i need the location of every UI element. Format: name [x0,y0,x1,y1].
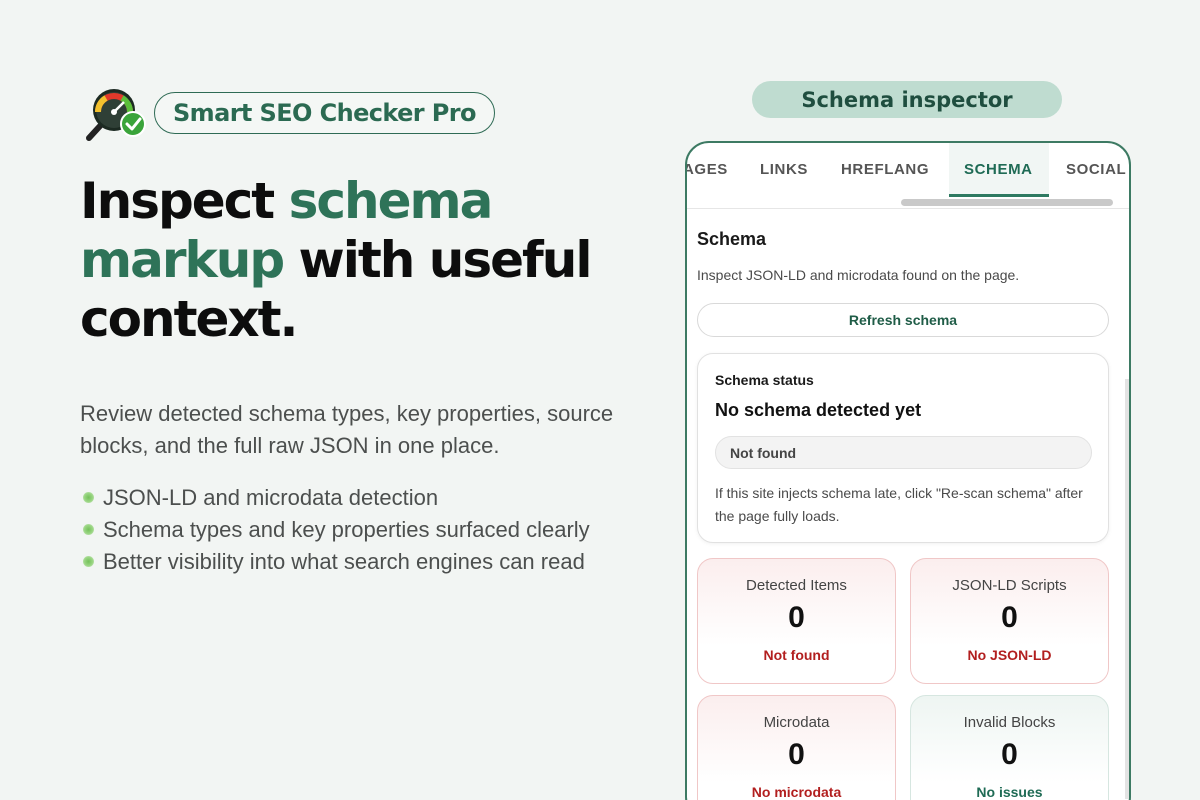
schema-status-card: Schema status No schema detected yet Not… [697,353,1109,543]
stat-card-jsonld-scripts: JSON-LD Scripts 0 No JSON-LD [910,558,1109,684]
stat-note: Not found [763,647,830,663]
tab-links[interactable]: LINKS [760,161,808,178]
stat-card-invalid-blocks: Invalid Blocks 0 No issues [910,695,1109,800]
stat-value: 0 [1001,601,1018,634]
headline: Inspect schema markup with useful contex… [80,172,640,349]
brand: Smart SEO Checker Pro [84,84,495,142]
section-title: Schema [697,229,767,249]
stat-card-microdata: Microdata 0 No microdata [697,695,896,800]
feature-list: JSON-LD and microdata detection Schema t… [80,482,600,578]
feature-item: JSON-LD and microdata detection [80,482,600,514]
tab-schema[interactable]: SCHEMA [964,161,1033,178]
headline-part1: Inspect [80,172,289,230]
stat-label: Detected Items [746,577,847,594]
tab-pages[interactable]: AGES [687,161,728,178]
bullet-dot-icon [83,492,94,503]
stat-label: Microdata [763,714,830,731]
stat-note: No JSON-LD [967,647,1052,663]
vertical-scrollbar[interactable] [1125,379,1129,799]
tab-bar: AGES LINKS HREFLANG SCHEMA SOCIAL [687,143,1129,209]
tab-scrollbar[interactable] [901,199,1113,206]
bullet-dot-icon [83,556,94,567]
status-badge: Not found [715,436,1092,469]
magnifier-gauge-check-icon [84,84,150,142]
status-heading: No schema detected yet [715,400,922,420]
brand-name: Smart SEO Checker Pro [154,92,495,134]
feature-item: Better visibility into what search engin… [80,546,600,578]
phone-mockup: AGES LINKS HREFLANG SCHEMA SOCIAL Schema… [685,141,1131,800]
section-subtitle: Inspect JSON-LD and microdata found on t… [697,267,1020,283]
stat-note: No issues [976,784,1043,800]
tab-hreflang[interactable]: HREFLANG [841,161,929,178]
caption-pill: Schema inspector [752,81,1062,118]
stat-label: Invalid Blocks [963,714,1056,731]
feature-item-text: JSON-LD and microdata detection [103,485,439,510]
bullet-dot-icon [83,524,94,535]
stat-label: JSON-LD Scripts [952,577,1067,594]
active-tab-indicator [949,194,1049,197]
tab-social[interactable]: SOCIAL [1066,161,1126,178]
status-label: Schema status [715,372,814,388]
stat-value: 0 [788,601,805,634]
stat-note: No microdata [751,784,842,800]
refresh-schema-button[interactable]: Refresh schema [697,303,1109,337]
stat-card-detected-items: Detected Items 0 Not found [697,558,896,684]
feature-item-text: Better visibility into what search engin… [103,549,585,574]
stat-value: 0 [788,738,805,771]
status-note: If this site injects schema late, click … [715,485,1083,524]
stat-value: 0 [1001,738,1018,771]
feature-item-text: Schema types and key properties surfaced… [103,517,590,542]
feature-item: Schema types and key properties surfaced… [80,514,600,546]
lead-text: Review detected schema types, key proper… [80,401,614,458]
